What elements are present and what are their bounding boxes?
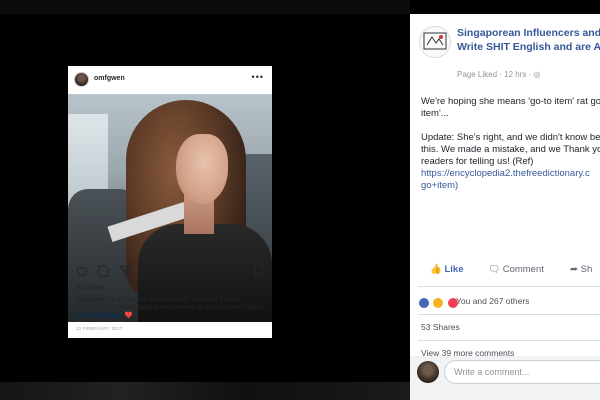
- more-options-icon[interactable]: •••: [252, 72, 264, 82]
- comment-label: Comment: [502, 264, 544, 275]
- comment-button[interactable]: 🗨 Comment: [488, 264, 544, 275]
- share-button[interactable]: ➦ Sh: [570, 264, 592, 275]
- post-paragraph-2: Update: She's right, and we didn't know …: [421, 132, 600, 167]
- instagram-username[interactable]: omfgwen: [94, 75, 125, 82]
- globe-icon: ◎: [533, 70, 541, 79]
- facebook-post-panel: Singaporean Influencers and Write SHIT E…: [410, 14, 600, 400]
- instagram-caption: omfgwen My no go item for a vacation, ch…: [76, 296, 266, 320]
- share-icon[interactable]: [118, 264, 132, 278]
- post-paragraph-1: We're hoping she means 'go-to item' rat …: [421, 96, 600, 119]
- instagram-post-header: omfgwen •••: [68, 66, 272, 94]
- heart-emoji-icon: ❤️: [124, 312, 133, 319]
- share-label: Sh: [580, 264, 593, 275]
- photo-face: [176, 134, 228, 204]
- background-strip: [0, 382, 410, 400]
- instagram-post-card: omfgwen ••• 513 likes omfgwen My no go i…: [68, 66, 272, 338]
- comment-input[interactable]: Write a comment...: [444, 360, 600, 384]
- avatar[interactable]: [74, 72, 89, 87]
- shares-count[interactable]: 53 Shares: [421, 322, 460, 332]
- like-label: Like: [444, 264, 464, 275]
- caption-text: My no go item for a vacation, checked! E…: [76, 296, 266, 311]
- post-body: We're hoping she means 'go-to item' rat …: [421, 96, 600, 192]
- post-date: 22 FEBRUARY 2017: [76, 326, 123, 331]
- caption-username[interactable]: omfgwen: [76, 296, 105, 303]
- caption-mention[interactable]: @winklashbyjas: [76, 312, 123, 319]
- like-reaction-icon: [418, 296, 430, 309]
- comment-icon[interactable]: [96, 264, 110, 278]
- haha-reaction-icon: [432, 296, 445, 309]
- comment-composer: Write a comment...: [410, 356, 600, 400]
- page-avatar[interactable]: [419, 26, 451, 58]
- likes-count[interactable]: 513 likes: [76, 284, 103, 291]
- reference-link[interactable]: https://encyclopedia2.thefreedictionary.…: [421, 168, 590, 191]
- speech-bubble-icon: 🗨: [488, 264, 501, 275]
- divider: [418, 314, 600, 315]
- thumbs-up-icon: 👍: [430, 264, 442, 275]
- instagram-action-bar: [68, 264, 272, 280]
- post-meta-text: Page Liked · 12 hrs ·: [457, 70, 534, 79]
- reactions-summary[interactable]: You and 267 others: [418, 294, 529, 309]
- bookmark-icon[interactable]: [252, 264, 266, 278]
- background-strip: [0, 0, 410, 14]
- heart-icon[interactable]: [75, 264, 89, 278]
- divider: [418, 340, 600, 341]
- post-meta: Page Liked · 12 hrs · ◎: [457, 70, 540, 79]
- divider: [418, 286, 600, 287]
- comment-placeholder: Write a comment...: [454, 367, 530, 377]
- avatar[interactable]: [417, 361, 439, 383]
- like-button[interactable]: 👍 Like: [430, 264, 464, 275]
- post-action-bar: 👍 Like 🗨 Comment ➦ Sh: [410, 262, 600, 280]
- page-logo-icon: [423, 32, 447, 50]
- share-arrow-icon: ➦: [570, 264, 578, 275]
- reactions-text[interactable]: You and 267 others: [456, 296, 529, 306]
- page-name-link[interactable]: Singaporean Influencers and Write SHIT E…: [457, 26, 600, 54]
